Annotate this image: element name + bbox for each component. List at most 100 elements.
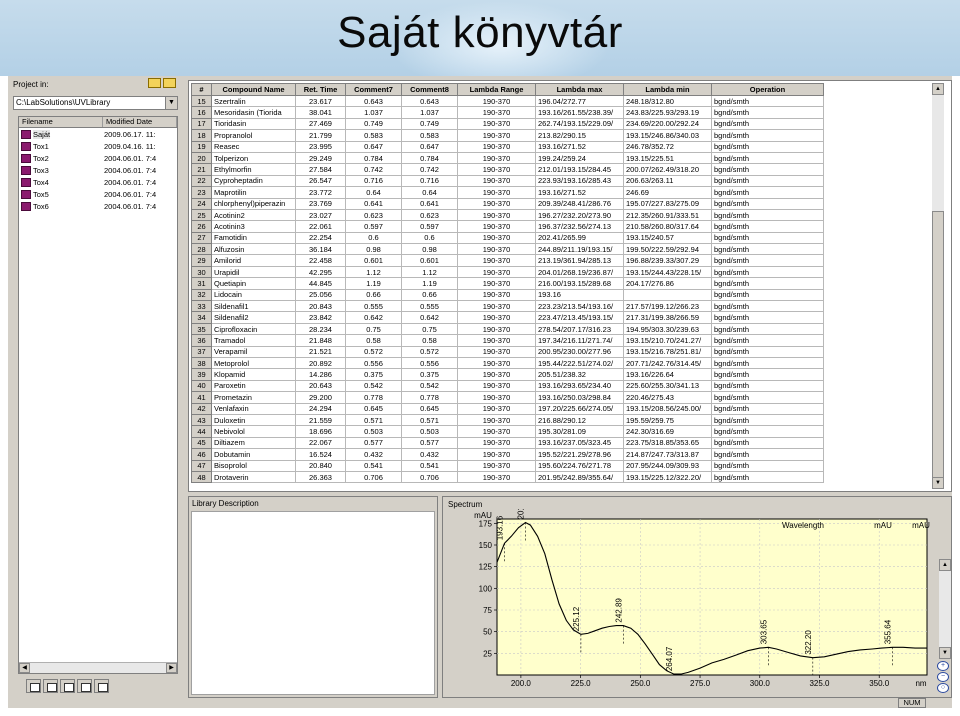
table-cell[interactable]: 0.642 [345, 311, 402, 324]
table-cell[interactable]: 190-370 [457, 106, 536, 119]
table-cell[interactable]: 197.34/216.11/271.74/ [535, 334, 624, 347]
scroll-up-icon[interactable]: ▲ [939, 559, 951, 571]
table-cell[interactable]: bgnd/smth [711, 106, 824, 119]
table-cell[interactable]: 212.01/193.15/284.45 [535, 163, 624, 176]
table-cell[interactable]: Duloxetin [211, 413, 296, 427]
row-number-cell[interactable]: 26 [191, 220, 212, 233]
table-cell[interactable]: 205.51/238.32 [535, 368, 624, 381]
table-cell[interactable]: 0.601 [345, 254, 402, 267]
table-cell[interactable]: 29.200 [295, 391, 346, 404]
table-row[interactable]: 28 Alfuzosin 36.184 0.98 0.98 190-370 244.89/2… [191, 243, 824, 256]
table-cell[interactable]: 190-370 [457, 322, 536, 336]
table-row[interactable]: 23 Maprotilin 23.772 0.64 0.64 190-370 193.16/… [191, 186, 824, 199]
table-cell[interactable]: 1.12 [345, 265, 402, 279]
table-cell[interactable]: 193.16/226.64 [623, 368, 712, 381]
table-cell[interactable]: 22.061 [295, 220, 346, 233]
table-cell[interactable]: bgnd/smth [711, 151, 824, 165]
table-cell[interactable]: 1.12 [401, 265, 458, 279]
row-number-cell[interactable]: 32 [191, 288, 212, 302]
table-cell[interactable]: 21.799 [295, 129, 346, 142]
table-cell[interactable]: 42.295 [295, 265, 346, 279]
table-cell[interactable]: 190-370 [457, 459, 536, 472]
table-cell[interactable]: 206.63/263.11 [623, 174, 712, 188]
table-cell[interactable]: 0.542 [345, 379, 402, 393]
row-number-cell[interactable]: 27 [191, 231, 212, 245]
table-row[interactable]: 38 Metoprolol 20.892 0.556 0.556 190-370 195.4… [191, 356, 824, 370]
row-number-cell[interactable]: 19 [191, 140, 212, 153]
column-header[interactable]: Operation [711, 83, 824, 96]
spectrum-chart[interactable]: 200.0 225.0 250.0 275.0 300.0 325.0 350.0 nm 25 5… [443, 509, 937, 699]
table-cell[interactable]: Bisoprolol [211, 459, 296, 472]
table-cell[interactable]: 190-370 [457, 356, 536, 370]
table-cell[interactable]: 204.17/276.86 [623, 277, 712, 290]
table-cell[interactable]: 0.784 [401, 151, 458, 165]
table-cell[interactable]: 190-370 [457, 265, 536, 279]
table-row[interactable]: 47 Bisoprolol 20.840 0.541 0.541 190-370 195.6… [191, 459, 824, 472]
table-cell[interactable]: 190-370 [457, 186, 536, 199]
table-cell[interactable]: 1.037 [401, 106, 458, 119]
table-row[interactable]: 44 Nebivolol 18.696 0.503 0.503 190-370 195.30… [191, 425, 824, 438]
table-cell[interactable]: 225.60/255.30/341.13 [623, 379, 712, 393]
batch-icon[interactable] [94, 679, 109, 693]
table-cell[interactable]: 0.541 [401, 459, 458, 472]
table-cell[interactable]: 0.571 [345, 413, 402, 427]
row-number-cell[interactable]: 20 [191, 151, 212, 165]
table-cell[interactable]: 38.041 [295, 106, 346, 119]
table-cell[interactable]: bgnd/smth [711, 322, 824, 336]
scroll-up-icon[interactable]: ▲ [932, 83, 944, 95]
table-cell[interactable]: 190-370 [457, 208, 536, 222]
column-header[interactable]: Comment7 [345, 83, 402, 96]
table-cell[interactable]: Tioridasin [211, 117, 296, 131]
column-header-modified-date[interactable]: Modified Date [103, 117, 177, 127]
row-number-cell[interactable]: 18 [191, 129, 212, 142]
row-number-cell[interactable]: 24 [191, 197, 212, 210]
table-cell[interactable]: 190-370 [457, 220, 536, 233]
table-cell[interactable]: 0.572 [401, 345, 458, 359]
table-cell[interactable]: 0.555 [401, 300, 458, 313]
scroll-down-icon[interactable]: ▼ [939, 647, 951, 659]
table-cell[interactable]: 23.772 [295, 186, 346, 199]
table-cell[interactable]: 262.74/193.15/229.09/ [535, 117, 624, 131]
table-cell[interactable]: bgnd/smth [711, 379, 824, 393]
table-cell[interactable]: bgnd/smth [711, 163, 824, 176]
table-cell[interactable]: 246.69 [623, 186, 712, 199]
table-cell[interactable]: 193.15/240.57 [623, 231, 712, 245]
table-cell[interactable]: 0.749 [345, 117, 402, 131]
table-cell[interactable]: 207.95/244.09/309.93 [623, 459, 712, 472]
file-list-item[interactable]: Tox3 2004.06.01. 7:4 [19, 164, 177, 176]
table-cell[interactable]: 0.647 [345, 140, 402, 153]
table-cell[interactable]: 23.617 [295, 94, 346, 108]
row-number-cell[interactable]: 39 [191, 368, 212, 381]
table-cell[interactable]: bgnd/smth [711, 243, 824, 256]
vertical-scrollbar[interactable]: ▲ ▼ [932, 83, 944, 489]
zoom-out-icon[interactable]: − [937, 672, 949, 682]
scroll-thumb[interactable] [932, 211, 944, 481]
table-row[interactable]: 33 Sildenafil1 20.843 0.555 0.555 190-370 223.… [191, 300, 824, 313]
table-cell[interactable]: Klopamid [211, 368, 296, 381]
table-cell[interactable]: 0.641 [345, 197, 402, 210]
table-cell[interactable]: bgnd/smth [711, 208, 824, 222]
table-cell[interactable]: 193.16 [535, 288, 624, 302]
table-cell[interactable]: 204.01/268.19/236.87/ [535, 265, 624, 279]
column-header[interactable]: Lambda min [623, 83, 712, 96]
row-number-cell[interactable]: 42 [191, 402, 212, 415]
table-cell[interactable]: 0.716 [401, 174, 458, 188]
table-cell[interactable]: 196.88/239.33/307.29 [623, 254, 712, 267]
table-row[interactable]: 31 Quetiapin 44.845 1.19 1.19 190-370 216.00/1… [191, 277, 824, 290]
table-cell[interactable]: 0.778 [401, 391, 458, 404]
table-cell[interactable]: 0.64 [345, 186, 402, 199]
table-cell[interactable]: 0.597 [401, 220, 458, 233]
table-cell[interactable]: Drotaverin [211, 470, 296, 484]
table-cell[interactable]: Maprotilin [211, 186, 296, 199]
table-cell[interactable]: 22.067 [295, 436, 346, 450]
table-cell[interactable]: bgnd/smth [711, 129, 824, 142]
table-cell[interactable]: 27.584 [295, 163, 346, 176]
table-cell[interactable]: Venlafaxin [211, 402, 296, 415]
table-cell[interactable]: bgnd/smth [711, 174, 824, 188]
row-number-cell[interactable]: 40 [191, 379, 212, 393]
table-cell[interactable]: 21.848 [295, 334, 346, 347]
table-cell[interactable]: 193.15/246.86/340.03 [623, 129, 712, 142]
table-cell[interactable]: Ethylmorfin [211, 163, 296, 176]
table-cell[interactable]: 200.95/230.00/277.96 [535, 345, 624, 359]
table-cell[interactable]: 190-370 [457, 311, 536, 324]
